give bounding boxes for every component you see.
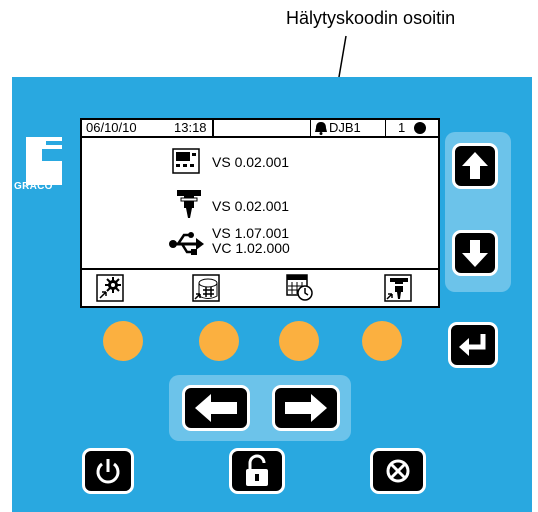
softkey-2-button[interactable] [199,321,239,361]
date-readout: 06/10/10 [86,120,137,135]
softkey-bar [82,268,438,306]
alarm-code: DJB1 [329,120,361,135]
unit-number: 1 [398,120,406,135]
lcd-screen: 06/10/10 13:18 DJB1 1 VS 0.02.001 VS 0.0… [80,118,440,308]
usb-version-vc: VC 1.02.000 [212,240,290,256]
right-arrow-button[interactable] [272,385,340,431]
arrow-left-icon [195,394,237,422]
down-arrow-button[interactable] [452,230,498,276]
usb-icon [169,232,204,255]
alarm-code-box: DJB1 [310,120,386,136]
enter-icon [459,334,486,356]
stop-reset-button[interactable] [370,448,426,494]
usb-version: VS 1.07.001 VC 1.02.000 [212,226,290,256]
arrow-up-icon [462,152,488,179]
status-dot-icon [414,122,426,134]
power-button[interactable] [82,448,134,494]
power-icon [96,459,120,484]
arrow-right-icon [285,394,327,422]
brand-name: GRACO [14,181,53,192]
status-bar: 06/10/10 13:18 DJB1 1 [82,120,438,138]
job-number-icon [192,274,220,302]
calendar-clock-icon [286,274,313,301]
stop-reset-icon [386,459,410,483]
dispense-valve-icon [177,190,201,218]
usb-version-vs: VS 1.07.001 [212,225,290,241]
softkey-1-button[interactable] [103,321,143,361]
softkey-4-button[interactable] [362,321,402,361]
valve-setup-icon [384,274,412,302]
setup-gear-icon [96,274,124,302]
enter-button[interactable] [448,322,498,368]
unlock-button[interactable] [229,448,285,494]
unlock-icon [246,454,268,486]
dispense-valve-version: VS 0.02.001 [212,198,290,214]
arrow-down-icon [462,240,488,267]
display-module-version: VS 0.02.001 [212,154,290,170]
left-arrow-button[interactable] [182,385,250,431]
softkey-3-button[interactable] [279,321,319,361]
display-module-icon [172,148,200,174]
alarm-bell-icon [315,122,327,135]
up-arrow-button[interactable] [452,143,498,189]
time-readout: 13:18 [174,120,207,135]
